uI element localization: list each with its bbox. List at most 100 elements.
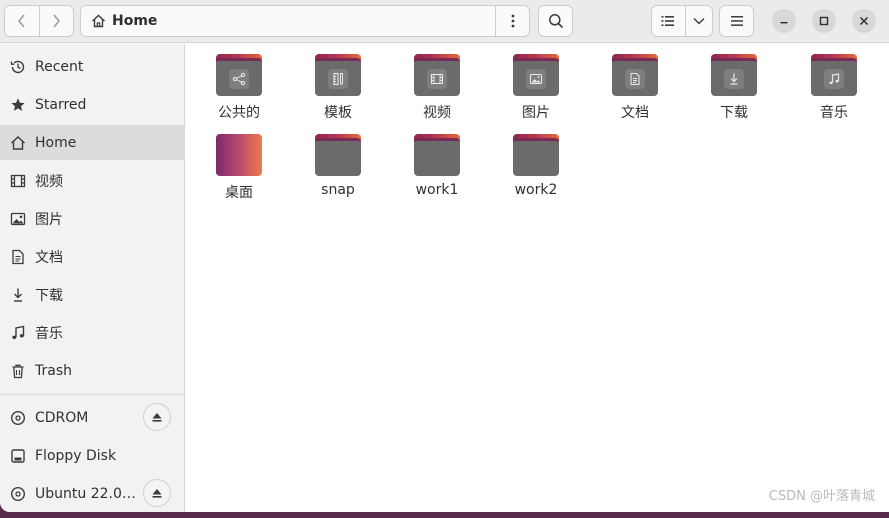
sidebar-item-label: 下载 bbox=[35, 287, 63, 304]
sidebar-item-videos[interactable]: 视频 bbox=[0, 163, 185, 198]
music-icon bbox=[10, 325, 26, 341]
vertical-dots-icon bbox=[511, 14, 514, 28]
sidebar-item-label: 文档 bbox=[35, 249, 63, 266]
folder-icon bbox=[811, 54, 857, 96]
sidebar-item-recent[interactable]: Recent bbox=[0, 49, 185, 84]
hamburger-menu-icon bbox=[730, 16, 743, 26]
sidebar-item-documents[interactable]: 文档 bbox=[0, 239, 185, 274]
sidebar-item-downloads[interactable]: 下载 bbox=[0, 277, 185, 312]
chevron-down-icon bbox=[693, 18, 705, 25]
sidebar: Recent Starred Home 视频 图片 文档 下载 音乐 Trash… bbox=[0, 44, 185, 512]
search-button[interactable] bbox=[538, 5, 573, 37]
sidebar-item-label: Starred bbox=[35, 96, 87, 113]
chevron-right-icon bbox=[53, 14, 61, 28]
folder-public[interactable]: 公共的 bbox=[199, 44, 279, 122]
folder-documents[interactable]: 文档 bbox=[595, 44, 675, 122]
sidebar-separator bbox=[0, 394, 185, 395]
close-icon bbox=[859, 16, 869, 26]
sidebar-item-home[interactable]: Home bbox=[0, 125, 185, 160]
share-icon bbox=[229, 68, 249, 89]
sidebar-item-label: Recent bbox=[35, 58, 84, 75]
folder-label: 文档 bbox=[621, 105, 649, 121]
image-icon bbox=[526, 68, 546, 89]
sidebar-item-cdrom[interactable]: CDROM bbox=[0, 400, 185, 435]
disc-icon bbox=[10, 486, 26, 502]
folder-music[interactable]: 音乐 bbox=[794, 44, 874, 122]
sidebar-item-trash[interactable]: Trash bbox=[0, 353, 185, 388]
folder-pictures[interactable]: 图片 bbox=[496, 44, 576, 122]
minimize-button[interactable] bbox=[772, 9, 796, 33]
folder-desktop[interactable]: 桌面 bbox=[199, 124, 279, 202]
download-icon bbox=[10, 287, 26, 303]
eject-button[interactable] bbox=[143, 403, 171, 431]
sidebar-item-label: CDROM bbox=[35, 409, 89, 426]
forward-button[interactable] bbox=[38, 6, 73, 36]
desktop-icon bbox=[216, 134, 262, 176]
home-icon bbox=[92, 14, 105, 28]
folder-templates[interactable]: 模板 bbox=[298, 44, 378, 122]
sidebar-item-label: Trash bbox=[35, 362, 72, 379]
sidebar-item-label: Floppy Disk bbox=[35, 447, 117, 464]
breadcrumb-home[interactable]: Home bbox=[81, 6, 167, 36]
sidebar-item-music[interactable]: 音乐 bbox=[0, 315, 185, 350]
film-icon bbox=[427, 68, 447, 89]
view-buttons bbox=[651, 5, 713, 37]
eject-icon bbox=[152, 489, 162, 498]
search-icon bbox=[548, 14, 563, 29]
back-button[interactable] bbox=[5, 6, 39, 36]
sidebar-item-floppy-disk[interactable]: Floppy Disk bbox=[0, 438, 185, 473]
sidebar-item-pictures[interactable]: 图片 bbox=[0, 201, 185, 236]
folder-label: 公共的 bbox=[218, 105, 260, 121]
folder-icon bbox=[315, 54, 361, 96]
eject-button[interactable] bbox=[143, 479, 171, 507]
list-view-button[interactable] bbox=[652, 6, 685, 36]
sidebar-item-starred[interactable]: Starred bbox=[0, 87, 185, 122]
file-grid: 公共的 模板 视频 图片 文档 下载 音乐 桌面 snap work1 work… bbox=[186, 44, 889, 512]
watermark: CSDN @叶落青城 bbox=[768, 489, 875, 504]
folder-label: 模板 bbox=[324, 105, 352, 121]
folder-icon bbox=[513, 54, 559, 96]
star-icon bbox=[10, 97, 26, 113]
image-icon bbox=[10, 211, 26, 227]
sidebar-item-label: 音乐 bbox=[35, 325, 63, 342]
folder-icon bbox=[414, 134, 460, 176]
maximize-button[interactable] bbox=[812, 9, 836, 33]
close-button[interactable] bbox=[852, 9, 876, 33]
sidebar-item-label: Home bbox=[35, 134, 77, 151]
path-bar[interactable]: Home bbox=[80, 5, 530, 37]
sidebar-item-ubuntu-disc[interactable]: Ubuntu 22.0… bbox=[0, 476, 185, 511]
minimize-icon bbox=[780, 22, 788, 24]
sidebar-item-label: 图片 bbox=[35, 211, 63, 228]
folder-label: snap bbox=[321, 182, 355, 198]
film-icon bbox=[10, 173, 26, 189]
folder-downloads[interactable]: 下载 bbox=[694, 44, 774, 122]
folder-icon bbox=[513, 134, 559, 176]
home-icon bbox=[10, 135, 26, 151]
folder-icon bbox=[315, 134, 361, 176]
folder-label: 图片 bbox=[522, 105, 550, 121]
disc-icon bbox=[10, 410, 26, 426]
template-icon bbox=[328, 68, 348, 89]
maximize-icon bbox=[819, 16, 829, 26]
music-icon bbox=[824, 68, 844, 89]
folder-label: 桌面 bbox=[225, 185, 253, 201]
view-options-dropdown[interactable] bbox=[684, 6, 712, 36]
folder-label: 视频 bbox=[423, 105, 451, 121]
document-icon bbox=[625, 68, 645, 89]
folder-snap[interactable]: snap bbox=[298, 124, 378, 202]
sidebar-item-label: Ubuntu 22.0… bbox=[35, 485, 136, 502]
document-icon bbox=[10, 249, 26, 265]
list-view-icon bbox=[661, 16, 675, 26]
main-menu-button[interactable] bbox=[719, 5, 754, 37]
folder-icon bbox=[414, 54, 460, 96]
download-icon bbox=[724, 68, 744, 89]
folder-label: work2 bbox=[514, 182, 558, 198]
path-menu-button[interactable] bbox=[495, 6, 529, 36]
folder-label: 下载 bbox=[720, 105, 748, 121]
folder-icon bbox=[711, 54, 757, 96]
folder-videos[interactable]: 视频 bbox=[397, 44, 477, 122]
folder-work2[interactable]: work2 bbox=[496, 124, 576, 202]
clock-icon bbox=[10, 59, 26, 75]
folder-icon bbox=[612, 54, 658, 96]
folder-work1[interactable]: work1 bbox=[397, 124, 477, 202]
